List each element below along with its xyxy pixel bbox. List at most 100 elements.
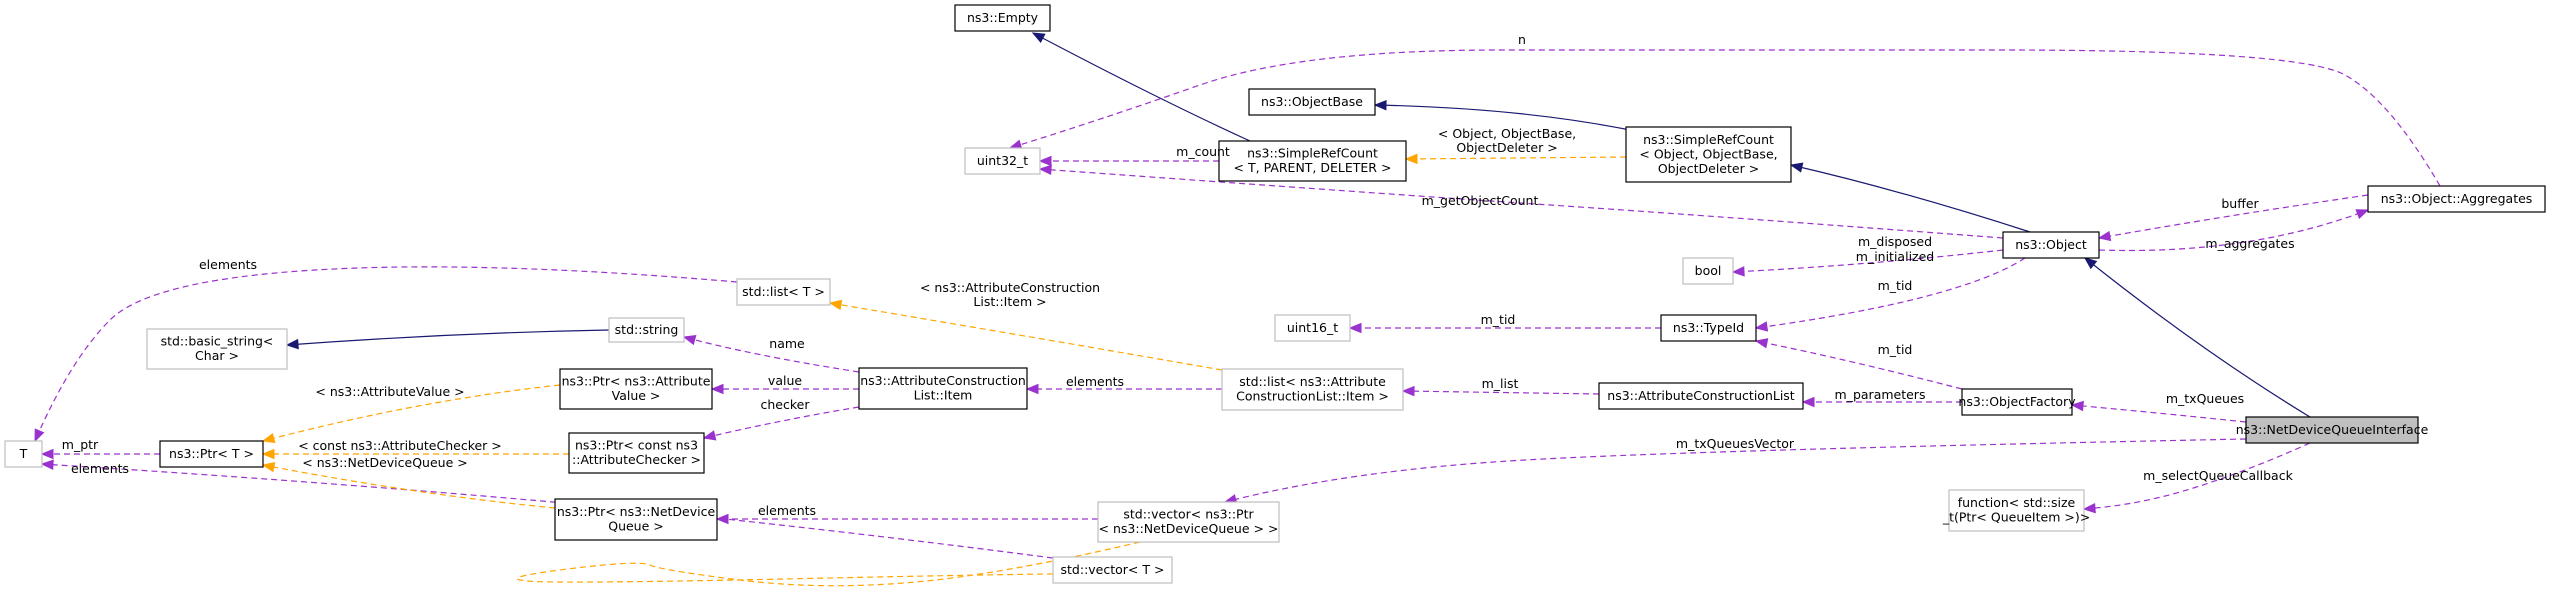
arrowhead-icon bbox=[1731, 266, 1745, 277]
edge-label: buffer bbox=[2221, 196, 2259, 211]
edge-label: elements bbox=[758, 503, 816, 518]
edge-label: < ns3::AttributeValue > bbox=[315, 384, 464, 399]
class-node-object-factory[interactable]: ns3::ObjectFactory bbox=[1958, 388, 2076, 416]
arrowhead-icon bbox=[1801, 396, 1815, 408]
edge-simple_ref_T-to-empty bbox=[1031, 32, 1251, 142]
arrowhead-icon bbox=[1373, 99, 1387, 111]
arrowhead-icon bbox=[1038, 155, 1052, 167]
edge-label: m_selectQueueCallback bbox=[2143, 468, 2293, 483]
edge-std_list_item-to-std_list_T bbox=[828, 299, 1223, 371]
node-label: std::vector< ns3::Ptr bbox=[1123, 507, 1254, 522]
node-label: ns3::Empty bbox=[967, 10, 1039, 25]
arrowhead-icon bbox=[1754, 338, 1769, 349]
class-node-ndqi[interactable]: ns3::NetDeviceQueueInterface bbox=[2236, 416, 2429, 444]
arrowhead-icon bbox=[2097, 230, 2112, 242]
edge-std_string-to-basic_string bbox=[285, 329, 610, 350]
class-node-function-cb: function< std::size_t(Ptr< QueueItem >)> bbox=[1942, 489, 2090, 532]
node-label: function< std::size bbox=[1958, 495, 2076, 510]
class-node-ptr-attr-value[interactable]: ns3::Ptr< ns3::AttributeValue > bbox=[559, 368, 713, 410]
arrowhead-icon bbox=[828, 299, 843, 311]
arrowhead-icon bbox=[715, 513, 729, 525]
edge-label: m_getObjectCount bbox=[1422, 193, 1539, 208]
edge-line bbox=[2071, 404, 2247, 423]
arrowhead-icon bbox=[40, 459, 54, 470]
edge-label: elements bbox=[199, 257, 257, 272]
class-node-object-base[interactable]: ns3::ObjectBase bbox=[1248, 88, 1376, 116]
arrowhead-icon bbox=[702, 430, 717, 441]
class-node-aggregates[interactable]: ns3::Object::Aggregates bbox=[2367, 185, 2546, 213]
arrowhead-icon bbox=[710, 383, 724, 395]
class-node-std-list-T: std::list< T > bbox=[736, 278, 831, 306]
arrowhead-icon bbox=[261, 448, 275, 460]
class-node-basic-string: std::basic_string<Char > bbox=[146, 328, 288, 370]
node-label: ns3::ObjectBase bbox=[1261, 94, 1363, 109]
node-label: bool bbox=[1695, 263, 1722, 278]
edge-line bbox=[286, 329, 610, 346]
class-node-ptr-T[interactable]: ns3::Ptr< T > bbox=[159, 440, 264, 468]
arrowhead-icon bbox=[40, 448, 54, 460]
edge-label: < const ns3::AttributeChecker > bbox=[298, 438, 502, 453]
arrowhead-icon bbox=[1404, 153, 1418, 165]
node-label: ns3::Ptr< ns3::NetDevice bbox=[557, 504, 716, 519]
arrowhead-icon bbox=[1025, 383, 1039, 395]
node-label: Value > bbox=[612, 388, 661, 403]
class-node-std-string: std::string bbox=[608, 317, 685, 343]
edge-labels-layer: m_ptrelementselements< ns3::AttributeVal… bbox=[62, 32, 2295, 518]
edge-label: m_parameters bbox=[1835, 387, 1926, 402]
arrowhead-icon bbox=[261, 433, 276, 444]
class-node-ptr-attr-checker[interactable]: ns3::Ptr< const ns3::AttributeChecker > bbox=[568, 432, 705, 474]
edge-std_list_item-to-acl_item bbox=[1025, 383, 1222, 395]
node-label: ns3::SimpleRefCount bbox=[1643, 132, 1774, 147]
node-label: T bbox=[19, 446, 28, 461]
edge-label: m_tid bbox=[1878, 278, 1913, 293]
edge-line bbox=[829, 302, 1223, 371]
node-label: ns3::Ptr< const ns3 bbox=[575, 438, 698, 453]
edge-std_vector_T-to-T bbox=[40, 459, 1054, 559]
class-node-ptr-ndq[interactable]: ns3::Ptr< ns3::NetDeviceQueue > bbox=[554, 498, 718, 541]
class-node-simple-ref-T[interactable]: ns3::SimpleRefCount< T, PARENT, DELETER … bbox=[1218, 140, 1407, 182]
edge-label: < ns3::AttributeConstruction bbox=[920, 280, 1100, 295]
node-label: ns3::TypeId bbox=[1673, 320, 1744, 335]
edge-label: m_txQueues bbox=[2166, 391, 2244, 406]
edge-label: List::Item > bbox=[973, 294, 1046, 309]
node-label: ns3::AttributeConstructionList bbox=[1607, 388, 1795, 403]
arrowhead-icon bbox=[2083, 257, 2098, 270]
edge-label: m_initialized bbox=[1856, 249, 1934, 264]
edge-label: < Object, ObjectBase, bbox=[1438, 126, 1576, 141]
node-label: uint16_t bbox=[1287, 320, 1338, 335]
edge-object-to-simple_ref_obj bbox=[1789, 162, 2031, 233]
class-node-simple-ref-obj[interactable]: ns3::SimpleRefCount< Object, ObjectBase,… bbox=[1625, 126, 1792, 183]
arrowhead-icon bbox=[1038, 164, 1052, 176]
class-node-std-list-item: std::list< ns3::AttributeConstructionLis… bbox=[1221, 368, 1404, 411]
edge-label: n bbox=[1518, 32, 1526, 47]
node-label: < Object, ObjectBase, bbox=[1639, 146, 1777, 161]
node-label: std::string bbox=[615, 322, 679, 337]
node-label: std::list< T > bbox=[742, 284, 825, 299]
class-node-acl-item[interactable]: ns3::AttributeConstructionList::Item bbox=[858, 367, 1028, 410]
edge-label: ObjectDeleter > bbox=[1456, 140, 1557, 155]
arrowhead-icon bbox=[1031, 32, 1046, 44]
class-node-acl[interactable]: ns3::AttributeConstructionList bbox=[1598, 382, 1804, 410]
edge-line bbox=[1755, 340, 1963, 390]
arrowhead-icon bbox=[1754, 321, 1769, 332]
arrowhead-icon bbox=[1401, 385, 1415, 397]
class-node-type-id[interactable]: ns3::TypeId bbox=[1660, 314, 1757, 342]
edge-line bbox=[1790, 164, 2031, 233]
edge-label: m_disposed bbox=[1858, 234, 1932, 249]
arrowhead-icon bbox=[1348, 322, 1362, 334]
node-label: std::vector< T > bbox=[1061, 562, 1165, 577]
class-node-object[interactable]: ns3::Object bbox=[2002, 231, 2100, 259]
edge-label: elements bbox=[71, 461, 129, 476]
node-label: Queue > bbox=[608, 519, 664, 534]
arrowhead-icon bbox=[1789, 162, 1804, 173]
edge-label: < ns3::NetDeviceQueue > bbox=[302, 455, 467, 470]
class-node-uint32: uint32_t bbox=[964, 147, 1041, 175]
edge-label: m_aggregates bbox=[2205, 236, 2294, 251]
collaboration-diagram: Tns3::Ptr< T >std::basic_string<Char >st… bbox=[4, 4, 2546, 587]
edge-object-to-type_id bbox=[1754, 257, 2026, 332]
edge-label: m_txQueuesVector bbox=[1676, 436, 1795, 451]
class-node-empty[interactable]: ns3::Empty bbox=[954, 4, 1051, 32]
edge-line bbox=[1032, 32, 1251, 142]
node-label: List::Item bbox=[914, 388, 973, 403]
edge-line bbox=[1402, 390, 1600, 395]
